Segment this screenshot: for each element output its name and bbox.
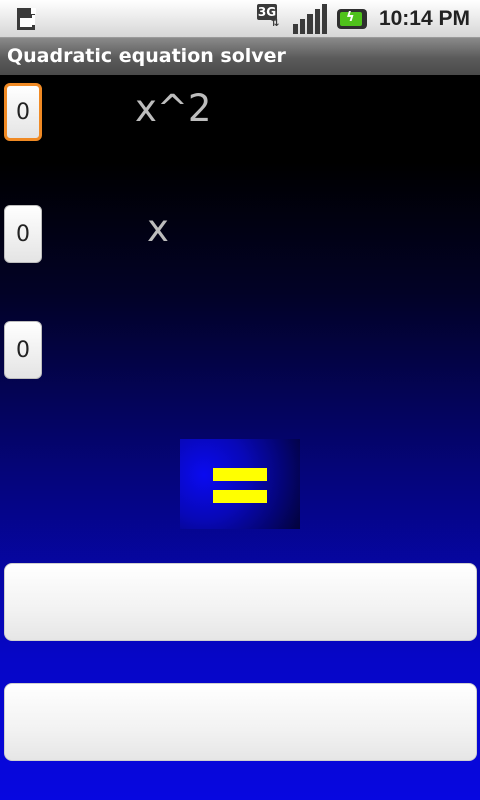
root-2-output[interactable] (4, 683, 477, 761)
solve-equals-button[interactable] (180, 439, 300, 529)
coefficient-c-input[interactable] (4, 321, 42, 379)
mobile-data-3g-icon: 3G ⇅ (256, 4, 280, 29)
signal-strength-icon (292, 4, 327, 34)
sd-card-notification-icon[interactable] (14, 6, 38, 32)
equals-icon-bar-top (213, 468, 267, 481)
coefficient-a-input[interactable] (4, 83, 42, 141)
equals-icon-bar-bottom (213, 490, 267, 503)
status-bar: 3G ⇅ ϟ 10:14 PM (0, 0, 480, 38)
battery-charging-icon: ϟ (336, 9, 367, 29)
status-time: 10:14 PM (378, 7, 470, 30)
x-label: x (147, 207, 169, 250)
main-content: x^2 x (0, 75, 480, 800)
app-title: Quadratic equation solver (0, 38, 480, 75)
x-squared-label: x^2 (135, 87, 212, 130)
coefficient-b-input[interactable] (4, 205, 42, 263)
root-1-output[interactable] (4, 563, 477, 641)
